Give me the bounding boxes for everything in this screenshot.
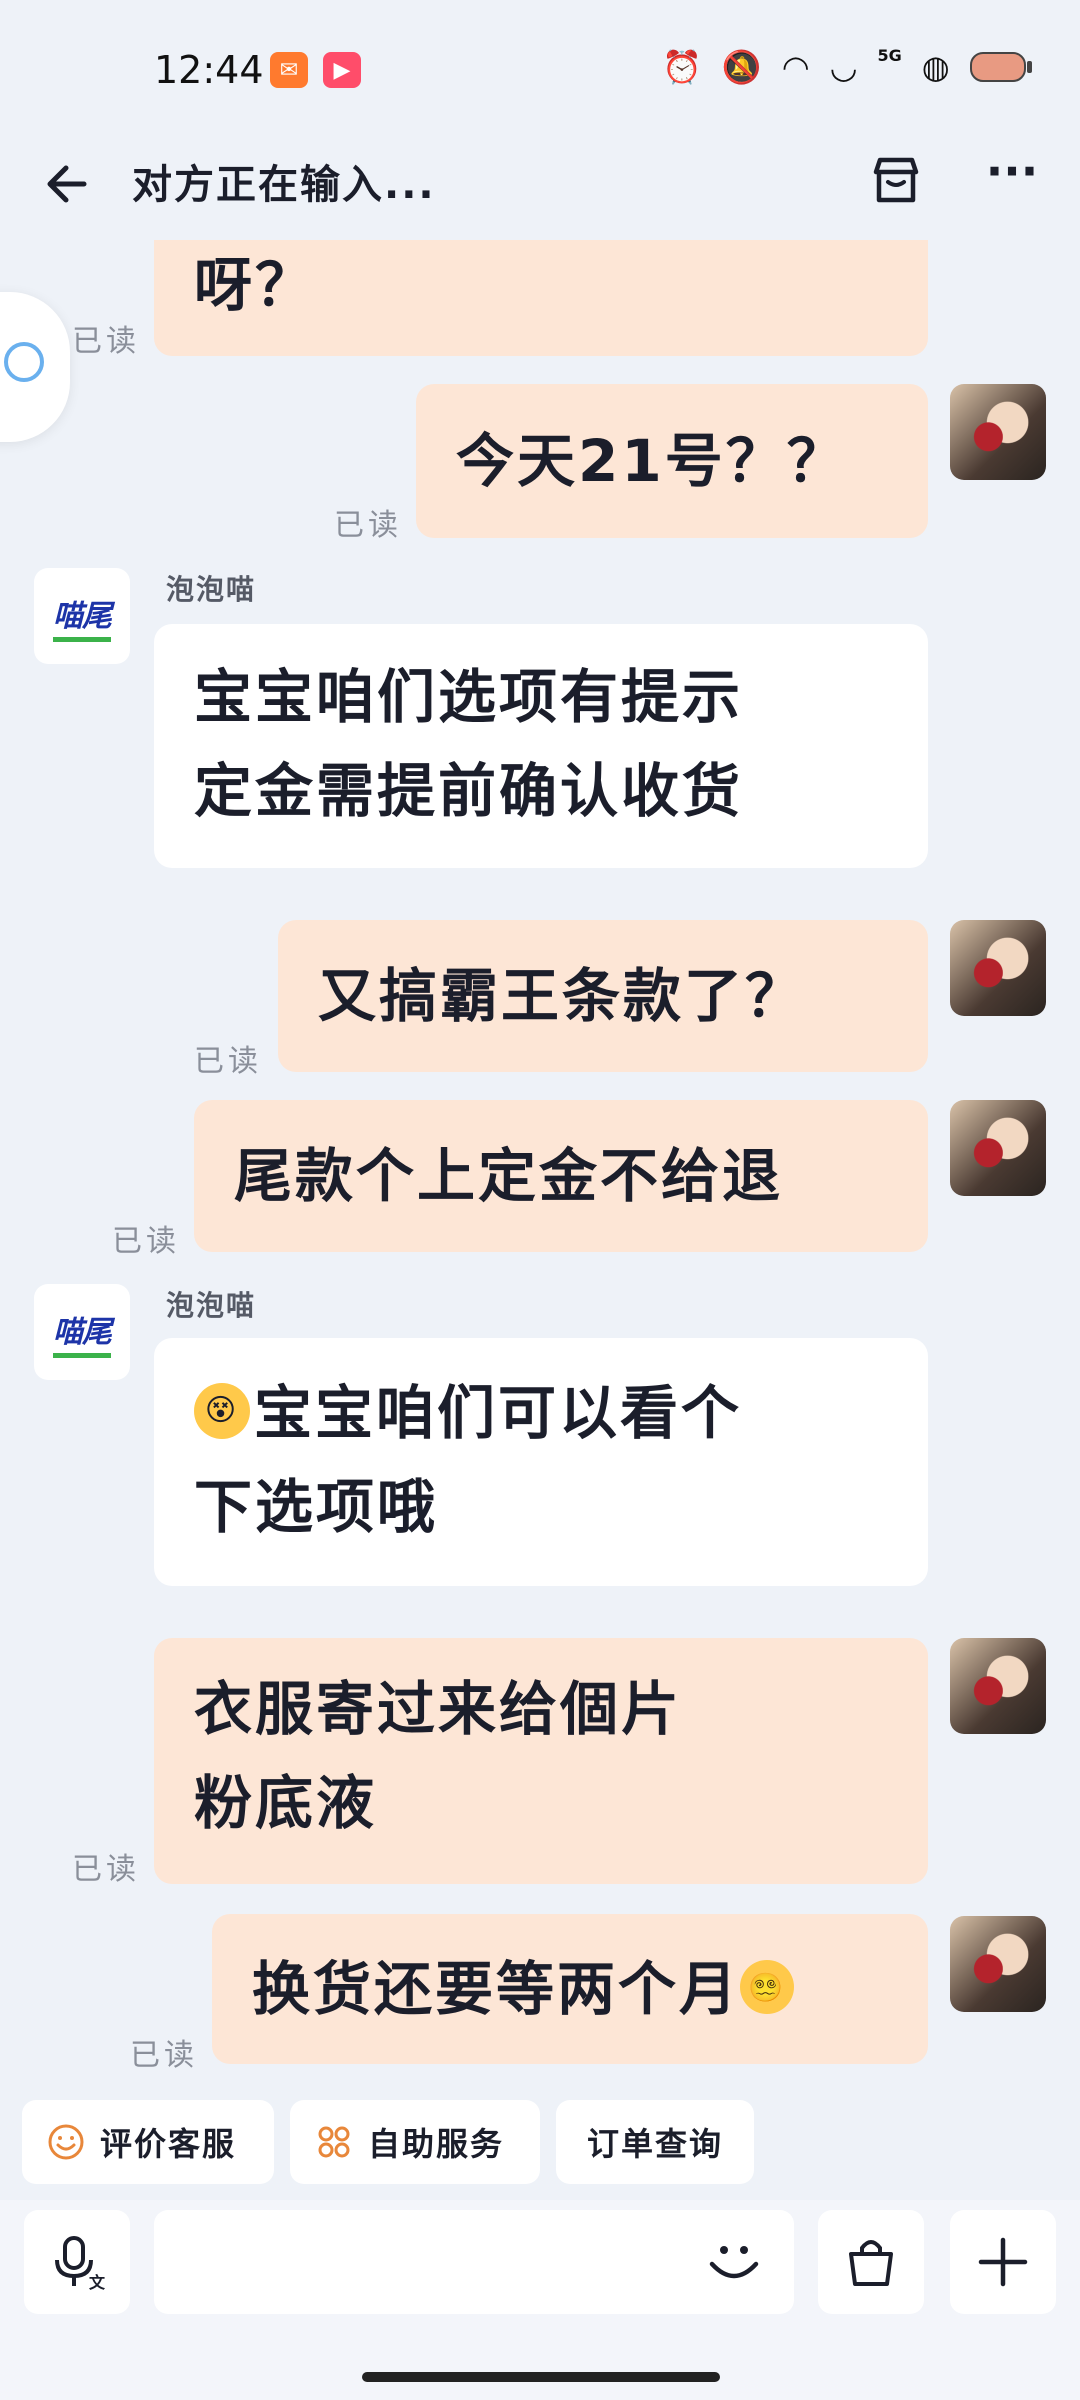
clock: 12:44 bbox=[154, 48, 264, 92]
read-receipt: 已读 bbox=[334, 508, 402, 543]
quick-action-label: 订单查询 bbox=[586, 2125, 723, 2163]
message-text-line: 粉底液 bbox=[194, 1769, 378, 1837]
network-type: 5G bbox=[877, 45, 902, 65]
message-text-line: 衣服寄过来给個片 bbox=[194, 1675, 683, 1743]
message-bubble[interactable]: 呀？ bbox=[154, 240, 928, 356]
signal-icon: ◍ bbox=[921, 48, 950, 86]
my-avatar[interactable] bbox=[950, 1916, 1046, 2012]
read-receipt: 已读 bbox=[112, 1224, 180, 1259]
read-receipt: 已读 bbox=[72, 1852, 140, 1887]
read-receipt: 已读 bbox=[194, 1044, 262, 1079]
smiley-icon bbox=[48, 2124, 84, 2160]
mute-icon: 🔕 bbox=[721, 48, 762, 86]
message-input[interactable] bbox=[154, 2210, 794, 2314]
my-avatar[interactable] bbox=[950, 1638, 1046, 1734]
spiral-eyes-emoji-icon: 😵‍💫 bbox=[740, 1959, 795, 2014]
battery-icon bbox=[969, 52, 1032, 82]
status-icons: ⏰ 🔕 ◠ ◡ 5G ◍ bbox=[662, 45, 1032, 86]
read-receipt: 已读 bbox=[72, 324, 140, 359]
shop-avatar[interactable]: 喵尾 bbox=[34, 568, 130, 664]
shop-logo: 喵尾 bbox=[53, 591, 112, 642]
message-text: 宝宝咱们可以看个 bbox=[254, 1379, 743, 1447]
my-avatar[interactable] bbox=[950, 1100, 1046, 1196]
quick-action-label: 评价客服 bbox=[100, 2125, 237, 2163]
sender-name: 泡泡喵 bbox=[166, 1289, 257, 1322]
product-bag-button[interactable] bbox=[818, 2210, 924, 2314]
read-receipt: 已读 bbox=[130, 2038, 198, 2073]
message-text-line: 下选项哦 bbox=[194, 1473, 439, 1541]
more-actions-button[interactable] bbox=[950, 2210, 1056, 2314]
my-avatar[interactable] bbox=[950, 920, 1046, 1016]
emoji-picker-icon[interactable] bbox=[704, 2232, 764, 2292]
microphone-icon: 文 bbox=[55, 2236, 105, 2292]
message-text-line: 定金需提前确认收货 bbox=[194, 757, 744, 825]
back-arrow-icon[interactable] bbox=[40, 154, 100, 214]
home-indicator[interactable] bbox=[362, 2372, 720, 2382]
message-text: 尾款个上定金不给退 bbox=[234, 1142, 784, 1210]
message-bubble[interactable]: 今天21号？？ bbox=[416, 384, 928, 538]
my-avatar[interactable] bbox=[950, 384, 1046, 480]
quick-action-self-service[interactable]: 自助服务 bbox=[290, 2100, 540, 2184]
message-bubble[interactable]: 衣服寄过来给個片 粉底液 bbox=[154, 1638, 928, 1884]
chat-title: 对方正在输入... bbox=[132, 162, 436, 208]
input-bar: 文 bbox=[0, 2200, 1080, 2400]
dizzy-face-emoji-icon: 😵 bbox=[194, 1382, 250, 1439]
hd-signal-icon: ◠ bbox=[781, 48, 810, 86]
shop-logo: 喵尾 bbox=[53, 1307, 112, 1358]
message-text-line: 宝宝咱们选项有提示 bbox=[194, 663, 744, 731]
voice-input-button[interactable]: 文 bbox=[24, 2210, 130, 2314]
quick-action-order-query[interactable]: 订单查询 bbox=[556, 2100, 754, 2184]
quick-action-rate-service[interactable]: 评价客服 bbox=[22, 2100, 274, 2184]
floating-assistant-widget[interactable] bbox=[0, 292, 70, 442]
message-bubble[interactable]: 宝宝咱们选项有提示 定金需提前确认收货 bbox=[154, 624, 928, 868]
video-app-icon: ▶ bbox=[323, 52, 361, 88]
status-bar: 12:44 ✉ ▶ ⏰ 🔕 ◠ ◡ 5G ◍ bbox=[0, 0, 1080, 140]
message-bubble[interactable]: 又搞霸王条款了？ bbox=[278, 920, 928, 1072]
grid-icon bbox=[318, 2126, 350, 2158]
message-bubble[interactable]: 尾款个上定金不给退 bbox=[194, 1100, 928, 1252]
plus-icon bbox=[978, 2237, 1028, 2287]
message-text: 今天21号？？ bbox=[456, 427, 848, 495]
assistant-icon bbox=[4, 342, 44, 382]
message-text: 换货还要等两个月 bbox=[252, 1955, 741, 2023]
more-options-icon[interactable]: ··· bbox=[982, 148, 1042, 210]
message-bubble[interactable]: 😵 宝宝咱们可以看个 下选项哦 bbox=[154, 1338, 928, 1586]
svg-text:文: 文 bbox=[89, 2273, 105, 2292]
notification-app-icon: ✉ bbox=[270, 52, 308, 88]
shop-icon[interactable] bbox=[866, 150, 926, 210]
quick-action-label: 自助服务 bbox=[368, 2125, 505, 2163]
wifi-icon: ◡ bbox=[829, 48, 858, 86]
sender-name: 泡泡喵 bbox=[166, 573, 257, 606]
shopping-bag-icon bbox=[849, 2240, 893, 2286]
alarm-icon: ⏰ bbox=[662, 48, 702, 86]
message-bubble[interactable]: 换货还要等两个月 😵‍💫 bbox=[212, 1914, 928, 2064]
message-text-line: 😵 宝宝咱们可以看个 bbox=[194, 1366, 888, 1460]
message-text: 呀？ bbox=[194, 251, 317, 319]
shop-avatar[interactable]: 喵尾 bbox=[34, 1284, 130, 1380]
message-text: 又搞霸王条款了？ bbox=[318, 962, 807, 1030]
